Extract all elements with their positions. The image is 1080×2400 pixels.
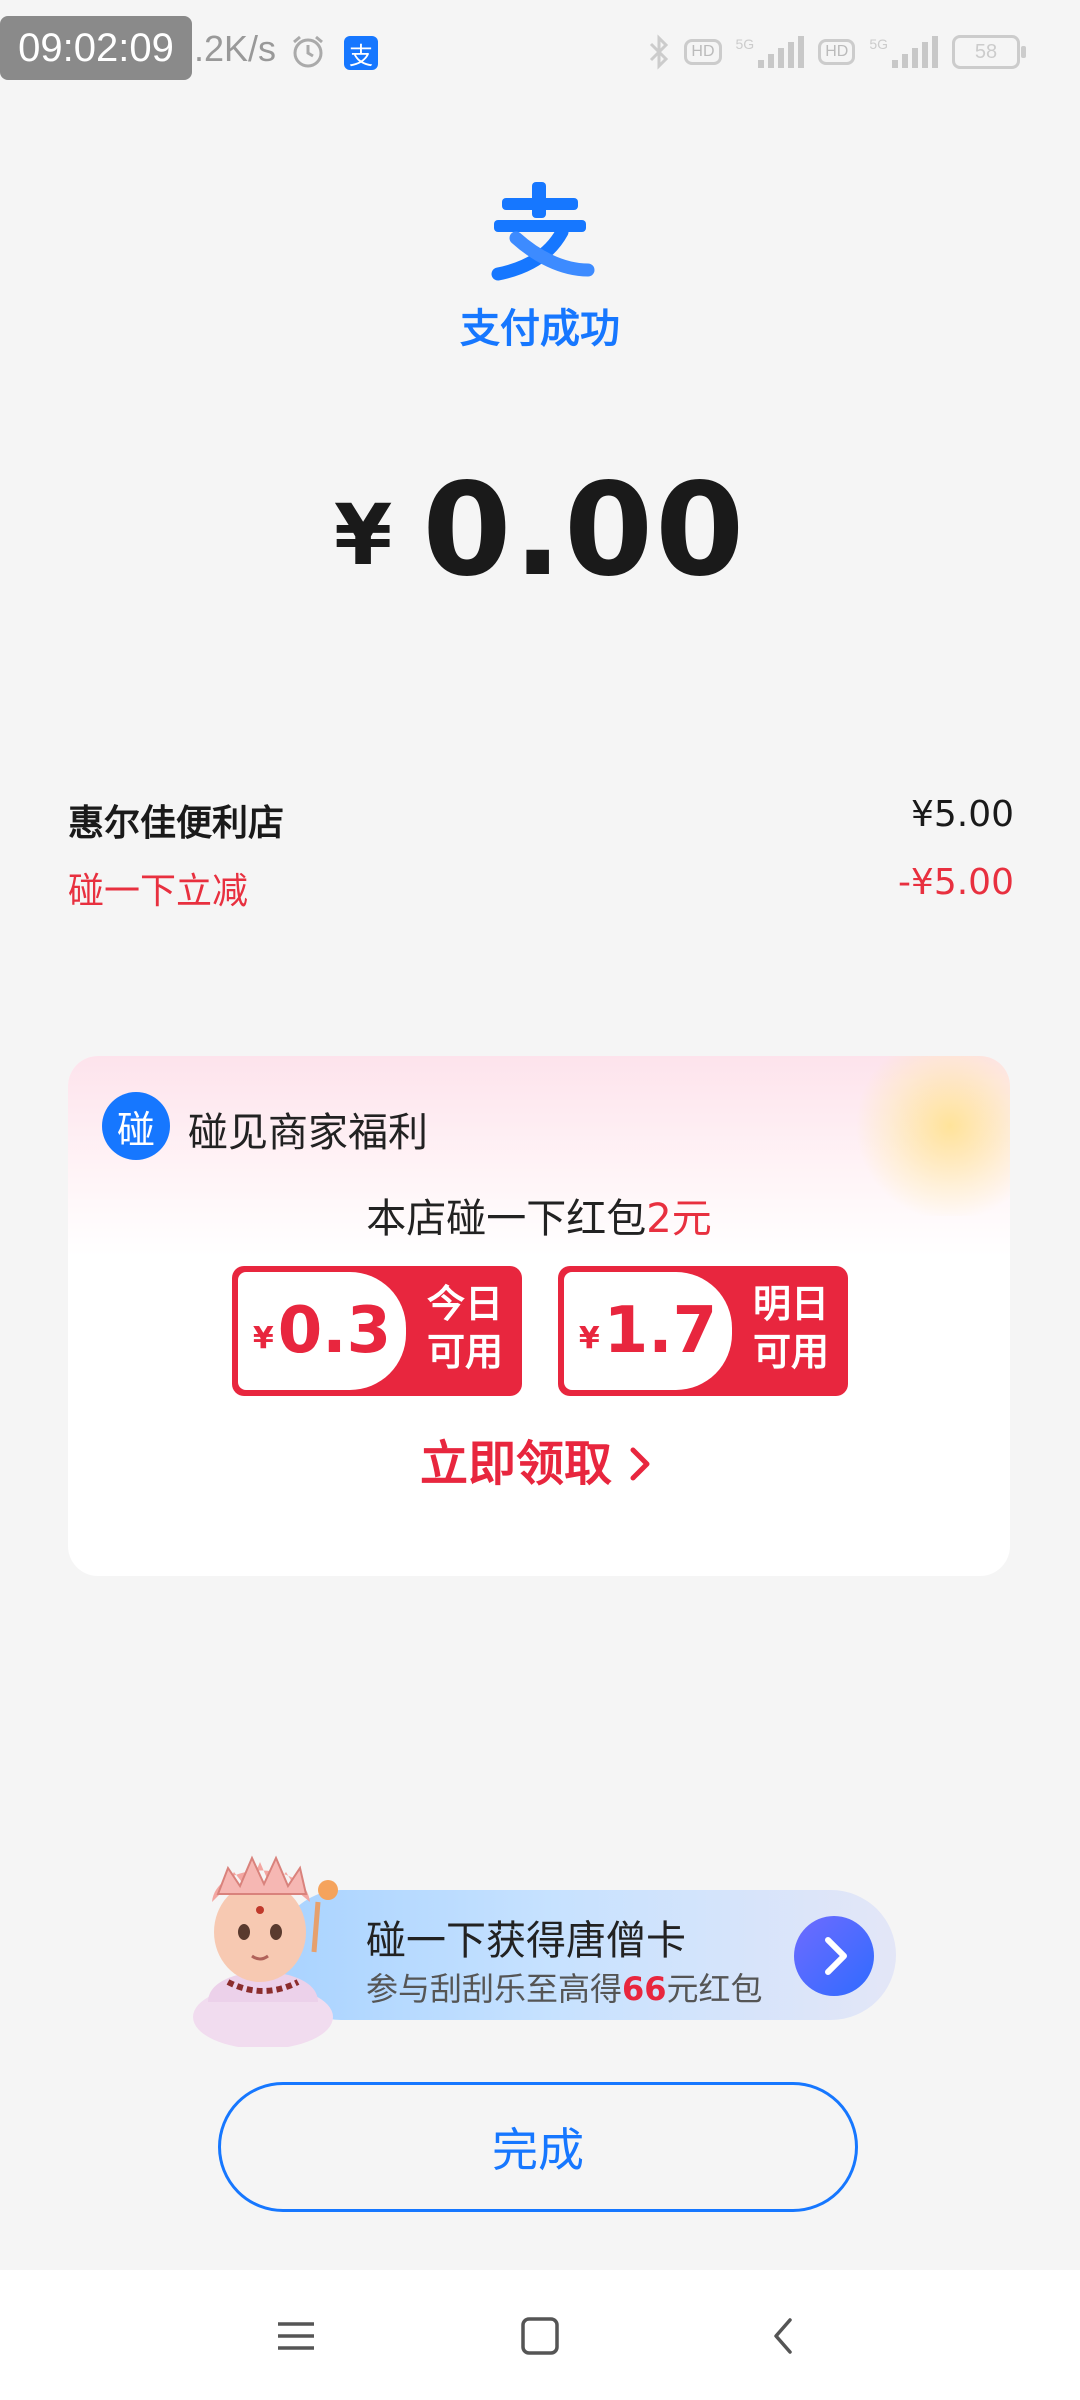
tangseng-card-banner[interactable]: 碰一下获得唐僧卡 参与刮刮乐至高得66元红包 (276, 1890, 896, 2020)
benefit-card-title: 碰见商家福利 (188, 1110, 428, 1156)
status-indicators: HD 5G HD 5G 58 (648, 30, 1026, 74)
merchant-name: 惠尔佳便利店 (68, 803, 285, 844)
coupon-availability: 今日 可用 (426, 1282, 503, 1374)
back-icon[interactable] (754, 2306, 814, 2366)
network-speed: .2K/s (194, 28, 277, 69)
merchant-row: 惠尔佳便利店 ¥5.00 (68, 794, 1014, 846)
status-bar: 09:02:09 .2K/s 支 HD 5G HD 5G 58 (0, 0, 1080, 100)
chevron-right-icon (630, 1447, 650, 1481)
promo-title: 碰一下获得唐僧卡 (366, 1918, 686, 1964)
chevron-right-icon (825, 1937, 847, 1975)
coupon-value: 1.7 (603, 1294, 718, 1368)
coupon-currency: ¥ (252, 1320, 274, 1356)
claim-now-button[interactable]: 立即领取 (68, 1424, 1010, 1494)
promo-arrow-button[interactable] (794, 1916, 874, 1996)
battery-icon: 58 (952, 35, 1026, 69)
red-packet-amount: 2元 (646, 1196, 712, 1242)
system-navigation-bar (0, 2270, 1080, 2400)
hd-icon: HD (818, 39, 856, 65)
discount-row: 碰一下立减 -¥5.00 (68, 862, 1014, 914)
benefit-card-subtitle: 本店碰一下红包2元 (366, 1196, 712, 1242)
menu-icon[interactable] (266, 2306, 326, 2366)
coupon-value: 0.3 (277, 1294, 392, 1368)
promo-subtitle: 参与刮刮乐至高得66元红包 (366, 1970, 763, 2008)
alipay-icon: 支 (344, 36, 378, 70)
bluetooth-icon (650, 34, 669, 70)
coupon-today[interactable]: ¥ 0.3 今日 可用 (232, 1266, 522, 1396)
merchant-amount: ¥5.00 (910, 794, 1014, 835)
done-button[interactable]: 完成 (218, 2082, 858, 2212)
currency-symbol: ¥ (333, 486, 393, 584)
promo-amount: 66 (622, 1970, 667, 2008)
status-time: 09:02:09 (0, 16, 192, 80)
coupon-currency: ¥ (578, 1320, 600, 1356)
alarm-icon (293, 35, 323, 68)
payment-status-title: 支付成功 (460, 306, 620, 352)
payment-success-page: 09:02:09 .2K/s 支 HD 5G HD 5G 58 支付成功 ¥ 0… (0, 0, 1080, 2400)
coupon-availability: 明日 可用 (752, 1282, 829, 1374)
signal-5g-icon: 5G (869, 36, 938, 68)
hd-icon: HD (684, 39, 722, 65)
tap-icon: 碰 (102, 1092, 170, 1160)
alipay-logo-icon (491, 182, 595, 281)
amount-value: 0.00 (422, 456, 747, 605)
coupon-tomorrow[interactable]: ¥ 1.7 明日 可用 (558, 1266, 848, 1396)
claim-label: 立即领取 (419, 1436, 612, 1492)
merchant-benefit-card[interactable]: 碰 碰见商家福利 本店碰一下红包2元 ¥ 0.3 今日 可用 ¥ 1.7 明日 … (68, 1056, 1010, 1576)
discount-label: 碰一下立减 (68, 871, 249, 912)
tangseng-mascot-image (193, 1855, 338, 2047)
discount-amount: -¥5.00 (897, 862, 1014, 903)
home-icon[interactable] (510, 2306, 570, 2366)
paid-amount: ¥0.00 (0, 456, 1080, 605)
signal-5g-icon: 5G (736, 36, 805, 68)
